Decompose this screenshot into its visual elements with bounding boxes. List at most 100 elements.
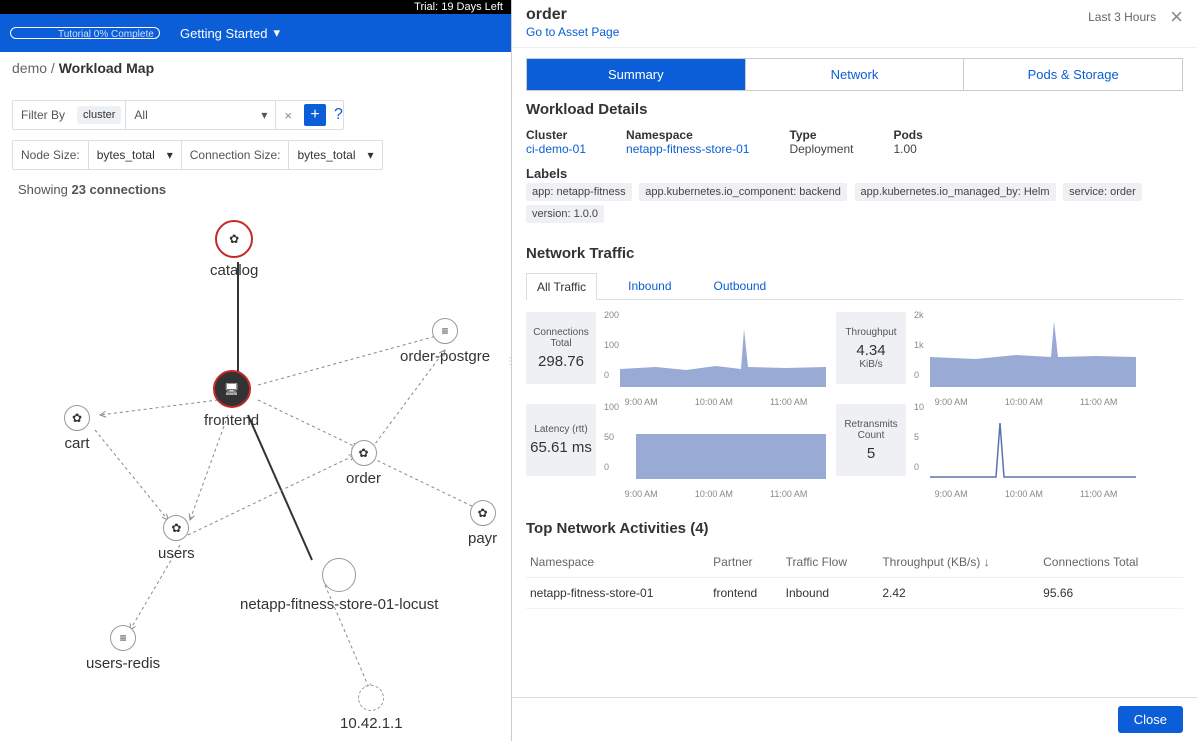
pods-label: Pods	[893, 128, 922, 142]
chart-connections[interactable]: 2001000 9:00 AM10:00 AM11:00 AM	[606, 312, 826, 392]
node-label: payr	[468, 530, 497, 547]
node-size-select[interactable]: bytes_total ▾	[88, 141, 181, 169]
node-frontend[interactable]: 🖥 frontend	[204, 370, 259, 429]
chart-latency[interactable]: 100500 9:00 AM10:00 AM11:00 AM	[606, 404, 826, 484]
traffic-tab-all[interactable]: All Traffic	[526, 273, 597, 300]
breadcrumb-root[interactable]: demo	[12, 60, 47, 76]
label-chip: version: 1.0.0	[526, 205, 604, 223]
node-label: 10.42.1.1	[340, 715, 403, 732]
showing-prefix: Showing	[18, 182, 71, 197]
node-label: users	[158, 545, 195, 562]
workload-graph[interactable]: ✿ catalog 🖥 frontend ✿ cart ✿ order ≡ or…	[0, 200, 510, 740]
gear-icon: ✿	[351, 440, 377, 466]
asset-page-link[interactable]: Go to Asset Page	[526, 25, 619, 39]
col-connections[interactable]: Connections Total	[1039, 547, 1183, 578]
node-users[interactable]: ✿ users	[158, 515, 195, 562]
chevron-down-icon: ▾	[273, 25, 280, 41]
node-catalog[interactable]: ✿ catalog	[210, 220, 258, 279]
filter-add-button[interactable]: +	[304, 104, 326, 126]
network-traffic: Network Traffic All Traffic Inbound Outb…	[512, 235, 1197, 494]
cell-partner: frontend	[709, 578, 782, 609]
metric-throughput: Throughput 4.34 KiB/s	[836, 312, 906, 384]
top-activities-title: Top Network Activities (4)	[526, 520, 1183, 537]
node-order-postgres[interactable]: ≡ order-postgre	[400, 318, 490, 365]
table-row[interactable]: netapp-fitness-store-01 frontend Inbound…	[526, 578, 1183, 609]
node-users-redis[interactable]: ≡ users-redis	[86, 625, 160, 672]
gear-icon: ✿	[215, 220, 253, 258]
col-throughput[interactable]: Throughput (KB/s) ↓	[878, 547, 1039, 578]
close-button[interactable]: Close	[1118, 706, 1183, 733]
getting-started-dropdown[interactable]: Getting Started ▾	[180, 25, 280, 41]
chart-throughput[interactable]: 2k1k0 9:00 AM10:00 AM11:00 AM	[916, 312, 1136, 392]
activities-table: Namespace Partner Traffic Flow Throughpu…	[526, 547, 1183, 609]
help-icon[interactable]: ?	[334, 106, 343, 124]
breadcrumb: demo / Workload Map	[12, 60, 154, 76]
filter-value-select[interactable]: All ▾	[125, 101, 275, 129]
getting-started-label: Getting Started	[180, 26, 267, 41]
col-flow[interactable]: Traffic Flow	[782, 547, 879, 578]
node-locust[interactable]: netapp-fitness-store-01-locust	[240, 558, 438, 613]
chevron-down-icon: ▾	[368, 148, 374, 162]
cell-ns: netapp-fitness-store-01	[526, 578, 709, 609]
namespace-link[interactable]: netapp-fitness-store-01	[626, 142, 749, 156]
panel-footer: Close	[512, 697, 1197, 741]
empty-icon	[322, 558, 356, 592]
x-tick: 11:00 AM	[770, 489, 807, 499]
conn-size-select[interactable]: bytes_total ▾	[288, 141, 381, 169]
gear-icon: ✿	[163, 515, 189, 541]
gear-icon: ✿	[470, 500, 496, 526]
label-chip: app.kubernetes.io_component: backend	[639, 183, 847, 201]
details-panel: order Go to Asset Page Last 3 Hours × Su…	[511, 0, 1197, 741]
tutorial-bar: Tutorial 0% Complete Getting Started ▾	[0, 14, 511, 52]
close-panel-button[interactable]: ×	[1170, 6, 1183, 28]
database-icon: ≡	[110, 625, 136, 651]
node-label: cart	[64, 435, 90, 452]
chart-retransmits[interactable]: 1050 9:00 AM10:00 AM11:00 AM	[916, 404, 1136, 484]
node-label: netapp-fitness-store-01-locust	[240, 596, 438, 613]
filter-chip-cluster[interactable]: cluster	[77, 106, 121, 124]
cluster-link[interactable]: ci-demo-01	[526, 142, 586, 156]
tab-summary[interactable]: Summary	[527, 59, 746, 90]
node-label: users-redis	[86, 655, 160, 672]
x-tick: 9:00 AM	[625, 489, 658, 499]
metric-value: 4.34	[856, 342, 885, 359]
tab-pods[interactable]: Pods & Storage	[964, 59, 1182, 90]
metric-label: Retransmits Count	[836, 419, 906, 441]
panel-title: order	[526, 6, 619, 24]
metric-label: Connections Total	[526, 327, 596, 349]
node-size-label: Node Size:	[13, 141, 88, 169]
close-icon: ×	[284, 108, 292, 123]
metric-value: 65.61 ms	[530, 439, 592, 456]
col-namespace[interactable]: Namespace	[526, 547, 709, 578]
filter-clear-button[interactable]: ×	[275, 101, 300, 129]
showing-count: 23 connections	[71, 182, 166, 197]
metric-label: Latency (rtt)	[534, 424, 587, 435]
chevron-down-icon: ▾	[167, 148, 173, 162]
metric-value: 5	[867, 445, 875, 462]
node-order[interactable]: ✿ order	[346, 440, 381, 487]
node-cart[interactable]: ✿ cart	[64, 405, 90, 452]
panel-tabs: Summary Network Pods & Storage	[526, 58, 1183, 91]
cell-flow: Inbound	[782, 578, 879, 609]
network-traffic-title: Network Traffic	[526, 245, 1183, 262]
node-ip[interactable]: 10.42.1.1	[340, 685, 403, 732]
namespace-label: Namespace	[626, 128, 749, 142]
node-payr[interactable]: ✿ payr	[468, 500, 497, 547]
plus-icon: +	[310, 106, 319, 124]
metric-latency: Latency (rtt) 65.61 ms	[526, 404, 596, 476]
node-size-value: bytes_total	[97, 148, 155, 162]
graph-edges	[0, 200, 510, 740]
tutorial-progress[interactable]	[10, 27, 160, 39]
workload-details-title: Workload Details	[526, 101, 1183, 118]
cluster-label: Cluster	[526, 128, 586, 142]
traffic-tab-inbound[interactable]: Inbound	[617, 272, 682, 299]
col-partner[interactable]: Partner	[709, 547, 782, 578]
monitor-icon: 🖥	[213, 370, 251, 408]
time-range[interactable]: Last 3 Hours	[1088, 10, 1156, 24]
tab-network[interactable]: Network	[746, 59, 965, 90]
cell-conn: 95.66	[1039, 578, 1183, 609]
conn-size-value: bytes_total	[297, 148, 355, 162]
type-value: Deployment	[789, 142, 853, 156]
workload-details: Workload Details Cluster ci-demo-01 Name…	[512, 91, 1197, 235]
traffic-tab-outbound[interactable]: Outbound	[703, 272, 778, 299]
